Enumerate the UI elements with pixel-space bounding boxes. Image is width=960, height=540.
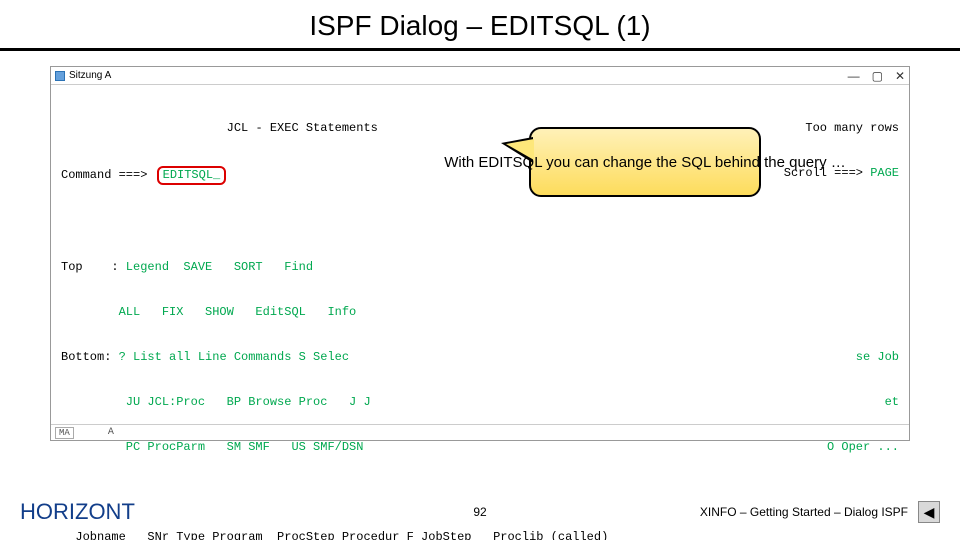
footer-text: XINFO – Getting Started – Dialog ISPF: [700, 505, 908, 519]
status-bar: MA A: [51, 424, 909, 440]
window-titlebar[interactable]: Sitzung A — ▢ ✕: [51, 67, 909, 85]
window-caption: Sitzung A: [69, 70, 111, 81]
command-value: EDITSQL_: [163, 168, 221, 182]
callout-bubble: With EDITSQL you can change the SQL behi…: [529, 127, 761, 197]
nav-prev-icon[interactable]: ◀: [918, 501, 940, 523]
legend-bottom-1: Bottom: ? List all Line Commands S Selec…: [61, 350, 899, 365]
command-input-box[interactable]: EDITSQL_: [157, 166, 227, 185]
app-icon: [55, 71, 65, 81]
screen-header: JCL - EXEC Statements: [61, 121, 378, 136]
slide-footer: HORIZONT 92 XINFO – Getting Started – Di…: [0, 484, 960, 540]
close-button[interactable]: ✕: [895, 70, 905, 82]
slide-title: ISPF Dialog – EDITSQL (1): [0, 0, 960, 48]
legend-bottom-3: PC ProcParm SM SMF US SMF/DSN O Oper ...: [61, 440, 899, 455]
terminal-window: Sitzung A — ▢ ✕ JCL - EXEC Statements To…: [50, 66, 910, 441]
command-line[interactable]: Command ===> EDITSQL_: [61, 166, 226, 185]
legend-top-2: ALL FIX SHOW EditSQL Info: [61, 305, 899, 320]
terminal-body: JCL - EXEC Statements Too many rows Comm…: [51, 85, 909, 540]
brand-logo: HORIZONT: [20, 499, 135, 525]
maximize-button[interactable]: ▢: [872, 70, 883, 82]
status-a: A: [108, 427, 114, 438]
legend-bottom-2: JU JCL:Proc BP Browse Proc J Jet: [61, 395, 899, 410]
legend-top-1: Top : Legend SAVE SORT Find: [61, 260, 899, 275]
too-many-rows: Too many rows: [805, 121, 899, 136]
title-rule: [0, 48, 960, 51]
page-number: 92: [473, 505, 486, 519]
minimize-button[interactable]: —: [848, 70, 860, 82]
status-ma: MA: [55, 427, 74, 439]
window-controls: — ▢ ✕: [848, 70, 905, 82]
